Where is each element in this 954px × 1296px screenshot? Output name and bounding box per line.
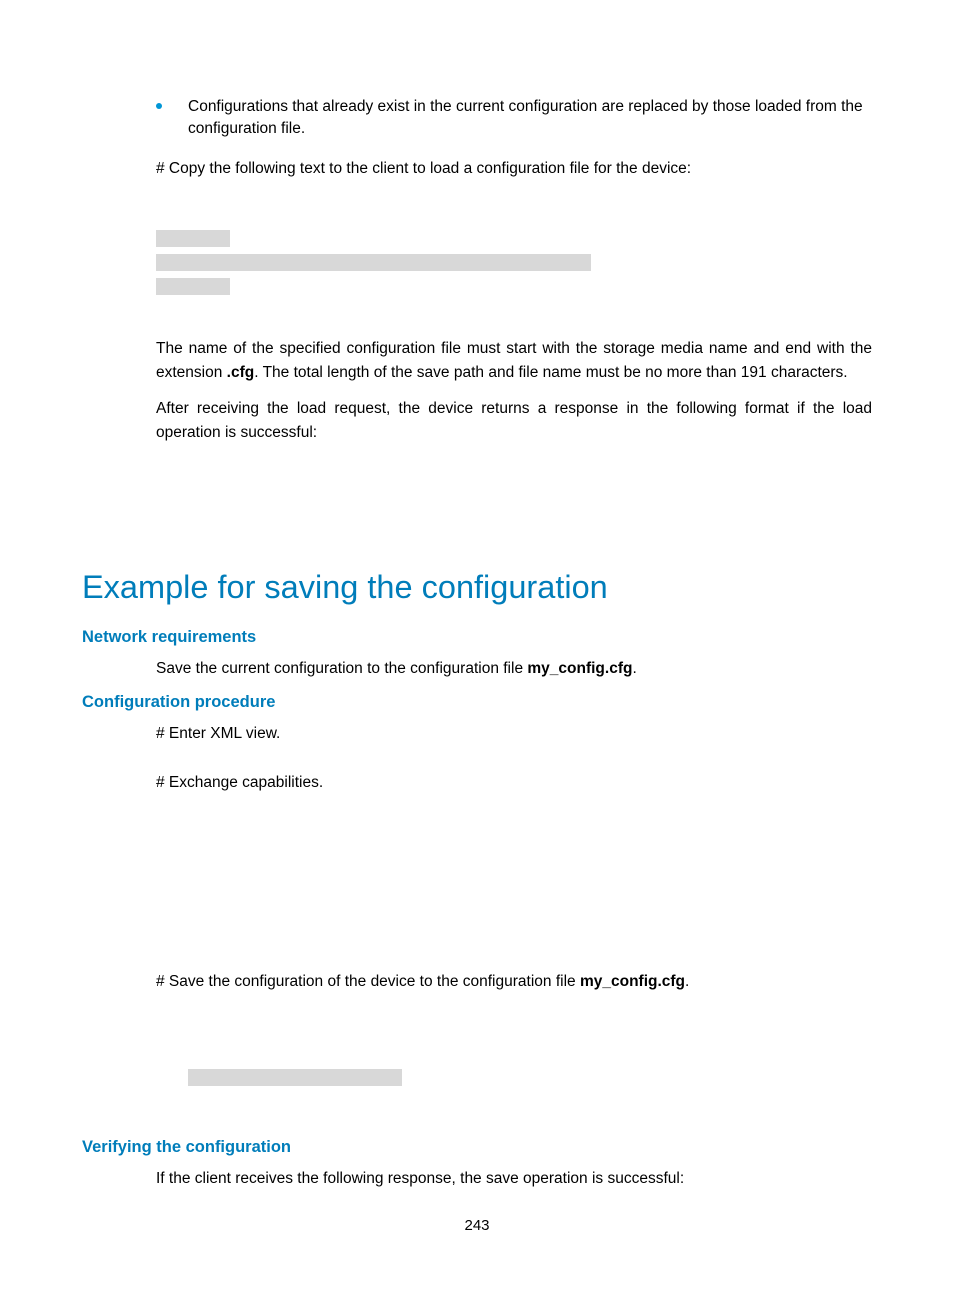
sub-heading-verify: Verifying the configuration: [82, 1138, 872, 1157]
config-filename: my_config.cfg: [527, 660, 632, 677]
cfg-extension: .cfg: [227, 364, 255, 381]
step-enter-xml: # Enter XML view.: [156, 722, 872, 745]
bullet-item: Configurations that already exist in the…: [156, 96, 872, 141]
page-number: 243: [0, 1217, 954, 1234]
verify-text: If the client receives the following res…: [156, 1167, 872, 1190]
text-span: # Save the configuration of the device t…: [156, 973, 580, 990]
redacted-block: [156, 230, 230, 247]
step-exchange: # Exchange capabilities.: [156, 771, 872, 794]
sub-heading-network: Network requirements: [82, 628, 872, 647]
copy-instruction: # Copy the following text to the client …: [156, 157, 872, 180]
network-req-text: Save the current configuration to the co…: [156, 657, 872, 680]
text-span: .: [632, 660, 636, 677]
bullet-text: Configurations that already exist in the…: [188, 96, 872, 141]
bullet-dot-icon: [156, 103, 162, 109]
text-span: . The total length of the save path and …: [254, 364, 847, 381]
redacted-block: [156, 254, 591, 271]
redacted-block: [156, 278, 230, 295]
step-save-config: # Save the configuration of the device t…: [156, 970, 872, 993]
config-filename: my_config.cfg: [580, 973, 685, 990]
page-content: Configurations that already exist in the…: [0, 0, 954, 1191]
cfg-name-paragraph: The name of the specified configuration …: [156, 337, 872, 385]
after-load-paragraph: After receiving the load request, the de…: [156, 397, 872, 445]
sub-heading-procedure: Configuration procedure: [82, 693, 872, 712]
text-span: Save the current configuration to the co…: [156, 660, 527, 677]
text-span: .: [685, 973, 689, 990]
section-heading-example: Example for saving the configuration: [82, 569, 872, 606]
redacted-block: [188, 1069, 402, 1086]
